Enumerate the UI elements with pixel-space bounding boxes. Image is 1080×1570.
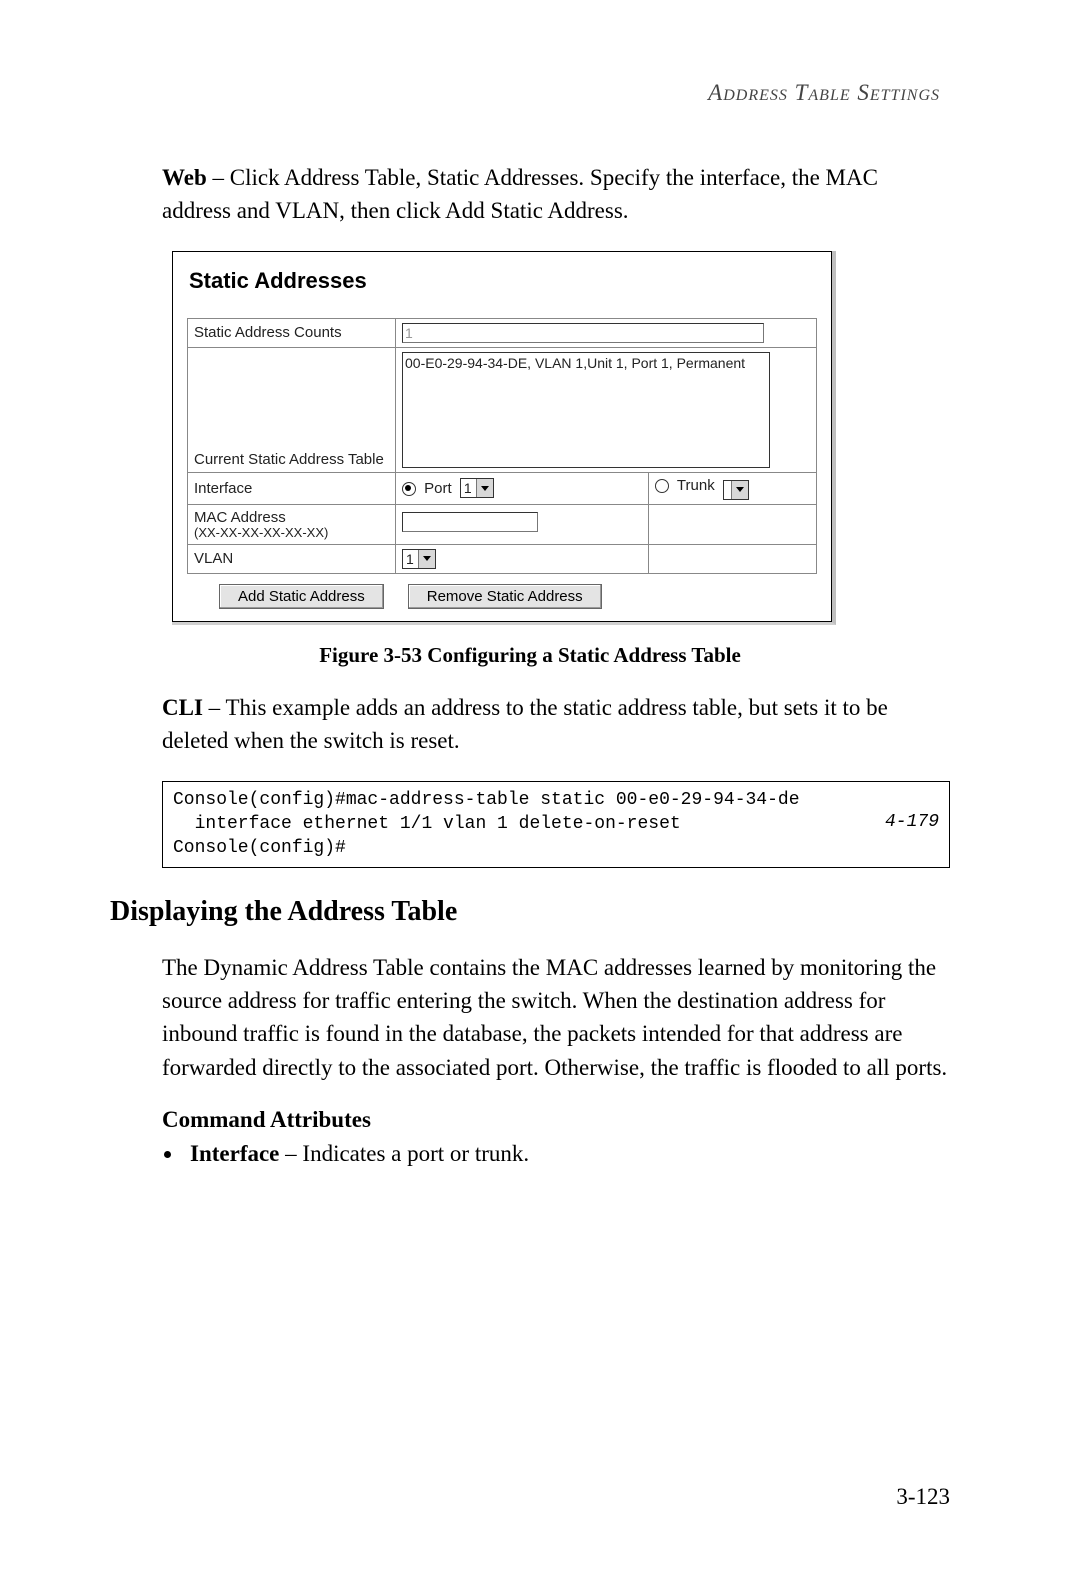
page-header: Address Table Settings [110, 80, 940, 106]
cli-lead: CLI [162, 695, 203, 720]
section-heading: Displaying the Address Table [110, 896, 950, 928]
chevron-down-icon [418, 550, 435, 568]
cli-output: Console(config)#mac-address-table static… [162, 781, 950, 868]
screenshot-figure: Static Addresses Static Address Counts 1… [172, 251, 836, 625]
row-count: Static Address Counts 1 [188, 318, 817, 347]
mac-input[interactable] [402, 512, 538, 532]
row-interface: Interface Port 1 Trunk [188, 472, 817, 504]
count-input[interactable]: 1 [402, 323, 764, 343]
list-item[interactable]: 00-E0-29-94-34-DE, VLAN 1,Unit 1, Port 1… [405, 355, 767, 372]
interface-label: Interface [188, 472, 396, 504]
cli-dash: – [203, 695, 226, 720]
trunk-radio[interactable] [655, 479, 669, 493]
trunk-select[interactable] [723, 480, 749, 500]
add-static-address-button[interactable]: Add Static Address [219, 584, 384, 609]
current-table-label: Current Static Address Table [188, 347, 396, 472]
cli-line: Console(config)# [173, 838, 346, 858]
cli-instruction: CLI – This example adds an address to th… [162, 691, 950, 758]
figure-caption: Figure 3-53 Configuring a Static Address… [110, 643, 950, 668]
remove-static-address-button[interactable]: Remove Static Address [408, 584, 602, 609]
current-address-listbox[interactable]: 00-E0-29-94-34-DE, VLAN 1,Unit 1, Port 1… [402, 352, 770, 468]
command-attributes-heading: Command Attributes [162, 1107, 950, 1133]
mac-format-hint: (XX-XX-XX-XX-XX-XX) [194, 526, 389, 540]
port-select-value: 1 [464, 480, 472, 496]
cli-line: interface ethernet 1/1 vlan 1 delete-on-… [173, 814, 681, 834]
row-vlan: VLAN 1 [188, 544, 817, 573]
port-radio-label: Port [424, 480, 452, 497]
count-label: Static Address Counts [188, 318, 396, 347]
web-instruction: Web – Click Address Table, Static Addres… [162, 161, 950, 228]
mac-label: MAC Address [194, 509, 389, 526]
web-text: Click Address Table, Static Addresses. S… [162, 165, 878, 223]
page-number: 3-123 [896, 1484, 950, 1510]
vlan-label: VLAN [188, 544, 396, 573]
attr-term: Interface [190, 1141, 279, 1166]
port-select[interactable]: 1 [460, 478, 494, 498]
port-radio[interactable] [402, 482, 416, 496]
attr-interface: Interface – Indicates a port or trunk. [184, 1137, 950, 1172]
web-lead: Web [162, 165, 207, 190]
vlan-select-value: 1 [406, 551, 414, 567]
chevron-down-icon [731, 481, 748, 499]
trunk-radio-label: Trunk [677, 477, 715, 494]
screenshot-title: Static Addresses [189, 268, 817, 294]
section-body: The Dynamic Address Table contains the M… [162, 951, 950, 1084]
vlan-select[interactable]: 1 [402, 549, 436, 569]
cli-ref: 4-179 [885, 810, 939, 834]
chevron-down-icon [476, 479, 493, 497]
cli-line: Console(config)#mac-address-table static… [173, 790, 800, 810]
row-mac: MAC Address (XX-XX-XX-XX-XX-XX) [188, 504, 817, 544]
web-dash: – [207, 165, 230, 190]
attr-dash: – [279, 1141, 302, 1166]
attr-desc: Indicates a port or trunk. [302, 1141, 529, 1166]
cli-text: This example adds an address to the stat… [162, 695, 888, 753]
row-current-table: Current Static Address Table 00-E0-29-94… [188, 347, 817, 472]
